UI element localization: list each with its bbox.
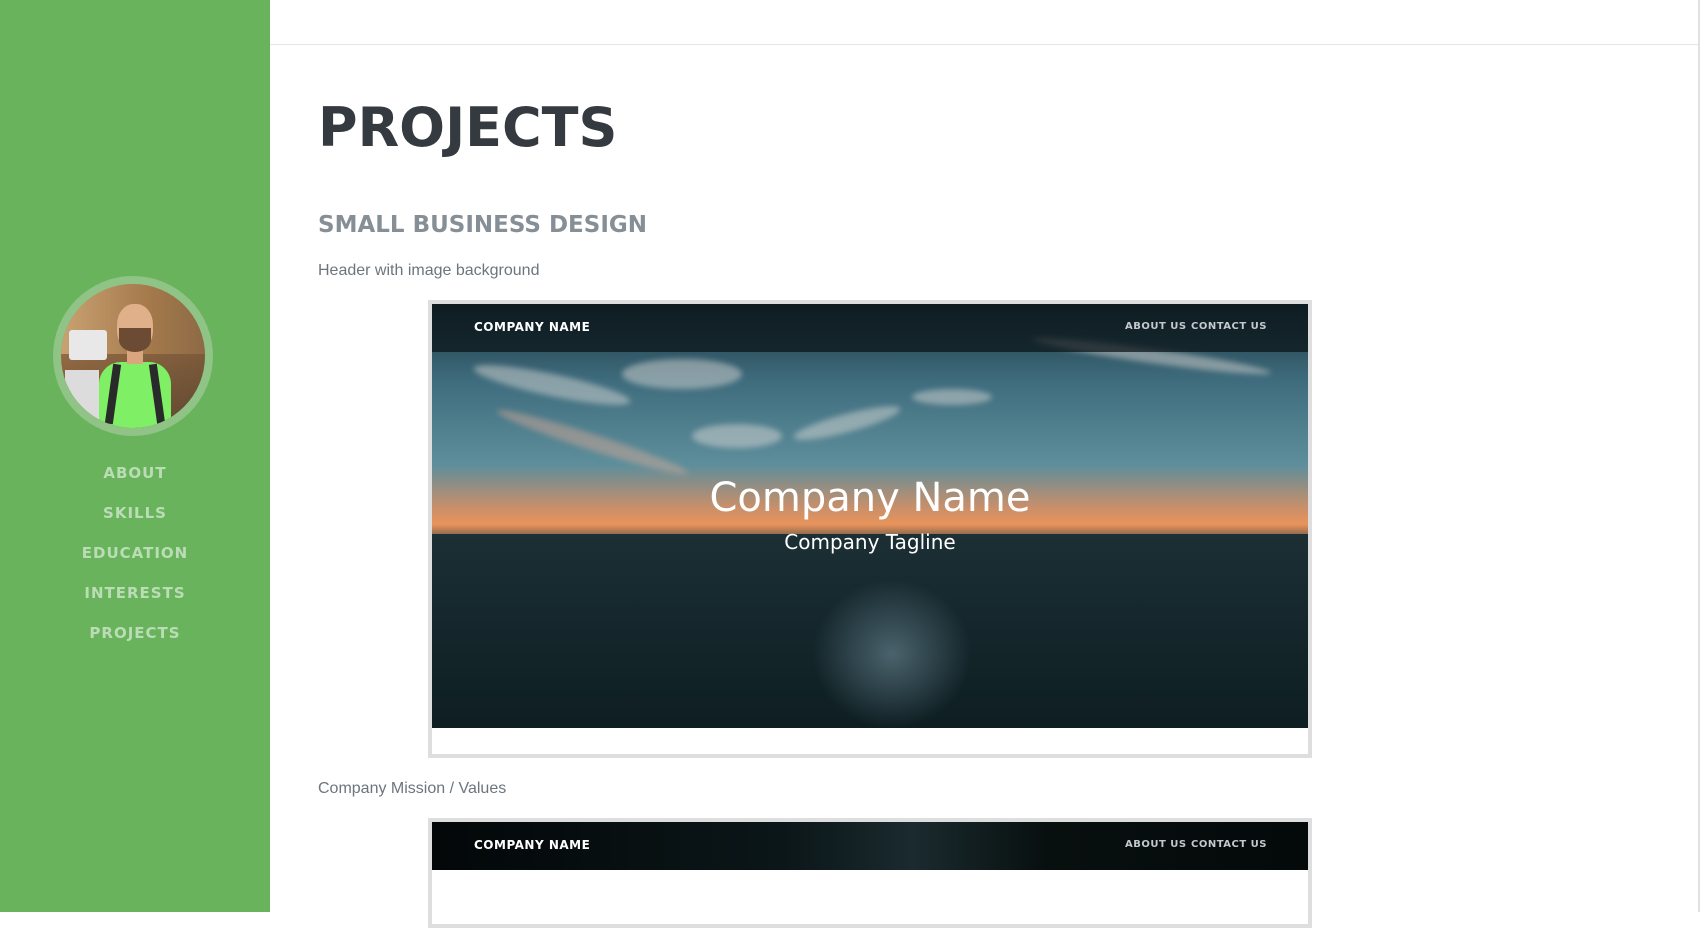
preview-brand: COMPANY NAME xyxy=(474,838,591,852)
project-caption: Company Mission / Values xyxy=(318,780,507,797)
preview-link-contact-us: CONTACT US xyxy=(1191,839,1267,850)
preview-navbar: COMPANY NAME ABOUT US CONTACT US xyxy=(432,304,1308,352)
sidebar-item-interests[interactable]: INTERESTS xyxy=(0,581,270,621)
section-title: SMALL BUSINESS DESIGN xyxy=(318,212,648,238)
sidebar: ABOUT SKILLS EDUCATION INTERESTS PROJECT… xyxy=(0,0,270,912)
preview-hero-title: Company Name xyxy=(709,475,1031,521)
project-caption: Header with image background xyxy=(318,262,540,279)
avatar xyxy=(61,284,205,428)
project-preview-frame: COMPANY NAME ABOUT US CONTACT US Company… xyxy=(428,300,1312,758)
preview-navbar: COMPANY NAME ABOUT US CONTACT US xyxy=(432,822,1308,870)
sidebar-item-skills[interactable]: SKILLS xyxy=(0,501,270,541)
preview-link-about-us: ABOUT US xyxy=(1125,839,1187,850)
sidebar-item-education[interactable]: EDUCATION xyxy=(0,541,270,581)
avatar-ring xyxy=(53,276,213,436)
sidebar-item-projects[interactable]: PROJECTS xyxy=(0,621,270,661)
sidebar-nav: ABOUT SKILLS EDUCATION INTERESTS PROJECT… xyxy=(0,461,270,661)
preview-link-contact-us: CONTACT US xyxy=(1191,321,1267,332)
preview-hero-tagline: Company Tagline xyxy=(784,530,956,554)
sidebar-item-about[interactable]: ABOUT xyxy=(0,461,270,501)
page-title: PROJECTS xyxy=(318,96,618,159)
preview-link-about-us: ABOUT US xyxy=(1125,321,1187,332)
preview-brand: COMPANY NAME xyxy=(474,320,591,334)
top-bar xyxy=(270,0,1700,45)
hero-image: COMPANY NAME ABOUT US CONTACT US Company… xyxy=(432,304,1308,728)
